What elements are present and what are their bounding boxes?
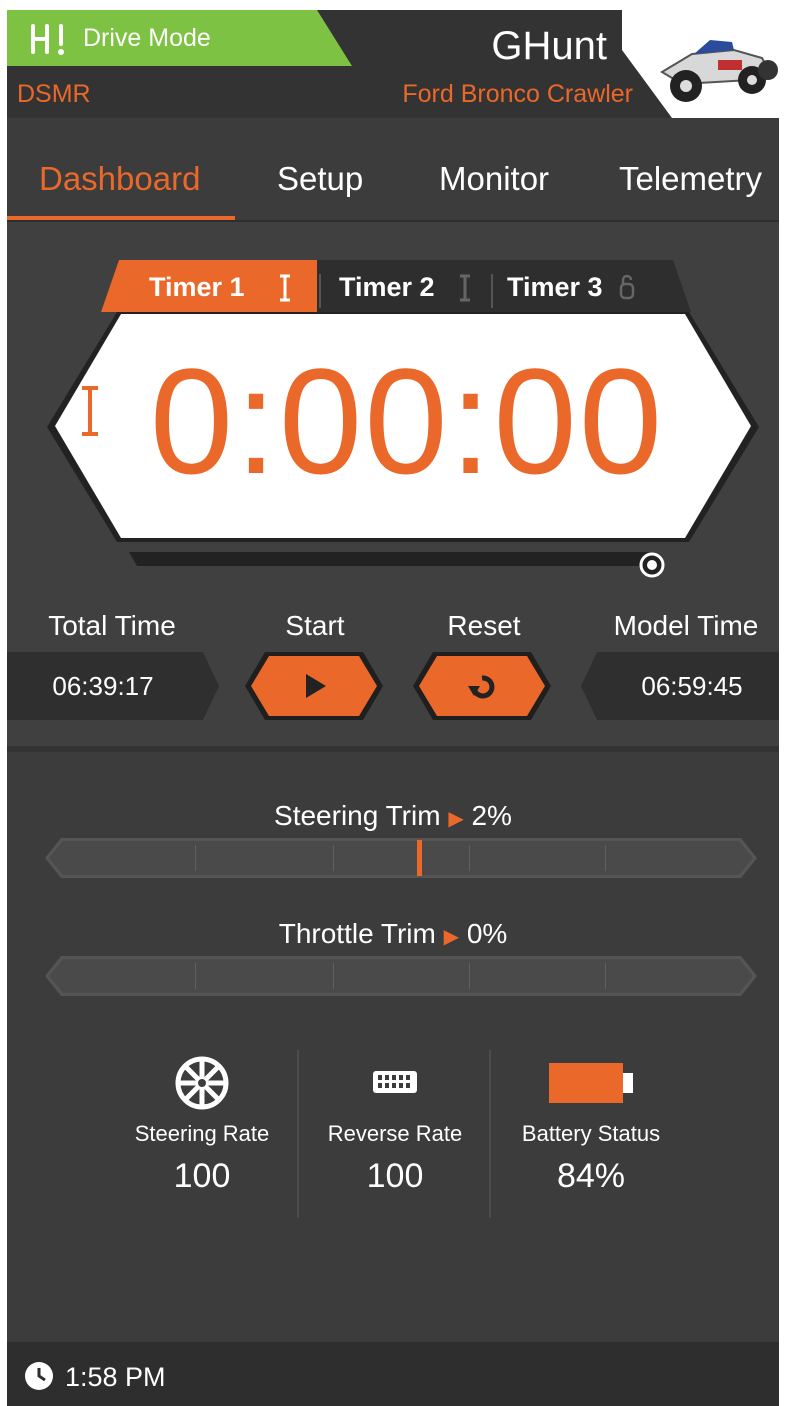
trim-tick (605, 963, 606, 989)
battery-label: Battery Status (521, 1121, 661, 1146)
drive-mode-label: Drive Mode (83, 24, 211, 52)
app-screen: Drive Mode DSMR GHunt Ford Bronco Crawle… (7, 10, 779, 1406)
reset-label: Reset (447, 610, 521, 641)
gear-shift-icon (31, 24, 64, 55)
status-time: 1:58 PM (65, 1362, 166, 1392)
reset-button[interactable] (413, 652, 551, 720)
play-icon (306, 674, 326, 698)
steering-rate-value: 100 (173, 1157, 231, 1195)
steering-trim-label: Steering Trim ▶ 2% (7, 800, 779, 832)
timer-readout: 0:00:00 (149, 337, 665, 505)
arrow-right-icon: ▶ (448, 808, 464, 830)
trim-tick (605, 845, 606, 871)
tab-setup[interactable]: Setup (277, 160, 363, 198)
stopwatch-icon (82, 386, 98, 436)
trim-tick (195, 845, 196, 871)
throttle-trim-track (49, 959, 753, 993)
steering-trim-track (49, 841, 753, 875)
trim-tick (333, 963, 334, 989)
reverse-rate-stat[interactable]: Reverse Rate 100 (309, 1055, 481, 1196)
model-time-value: 06:59:45 (581, 652, 779, 720)
model-time-label: Model Time (613, 610, 759, 641)
steering-trim-value: 2% (471, 800, 512, 831)
timer-tab-separator (319, 274, 321, 308)
clock-icon (25, 1362, 53, 1390)
steering-trim-title: Steering Trim (274, 800, 441, 831)
throttle-trim-title: Throttle Trim (278, 918, 436, 949)
reverse-rate-value: 100 (366, 1157, 424, 1195)
trim-tick (469, 845, 470, 871)
model-subtitle: Ford Bronco Crawler (402, 80, 633, 108)
throttle-trim-value: 0% (466, 918, 508, 949)
section-divider (7, 746, 779, 752)
stopwatch-icon (460, 274, 470, 302)
trim-tick (195, 963, 196, 989)
header: Drive Mode DSMR GHunt Ford Bronco Crawle… (7, 10, 779, 118)
tab-dashboard[interactable]: Dashboard (39, 160, 200, 198)
total-time-label: Total Time (48, 610, 176, 641)
tab-bar: Dashboard Setup Monitor Telemetry (7, 150, 779, 222)
reset-icon (468, 675, 495, 699)
tab-telemetry[interactable]: Telemetry (619, 160, 762, 198)
drive-mode-tab[interactable]: Drive Mode (7, 10, 352, 66)
model-image[interactable] (622, 10, 779, 118)
timer-panel: Timer 1 Timer 2 Timer 3 0:00:00 Total Ti… (7, 222, 779, 746)
throttle-trim-bar[interactable] (45, 956, 757, 996)
steering-rate-label: Steering Rate (134, 1121, 270, 1146)
timer-tab-3[interactable]: Timer 3 (507, 272, 603, 303)
lock-icon (619, 274, 635, 300)
arrow-right-icon: ▶ (443, 926, 460, 948)
total-time-value: 06:39:17 (7, 652, 219, 720)
stopwatch-icon (280, 274, 290, 302)
start-button[interactable] (245, 652, 383, 720)
start-button-face (251, 656, 377, 716)
car-icon (660, 40, 778, 102)
trim-tick (333, 845, 334, 871)
protocol-label: DSMR (17, 80, 91, 108)
battery-icon (549, 1063, 633, 1103)
tab-monitor[interactable]: Monitor (439, 160, 549, 198)
reverse-rate-label: Reverse Rate (327, 1121, 463, 1146)
stat-separator (489, 1050, 491, 1218)
timer-tab-1[interactable]: Timer 1 (149, 272, 245, 303)
timer-progress-track (129, 552, 649, 566)
stat-separator (297, 1050, 299, 1218)
trim-tick (469, 963, 470, 989)
battery-value: 84% (556, 1157, 626, 1195)
throttle-trim-label: Throttle Trim ▶ 0% (7, 918, 779, 950)
timer-tab-separator (491, 274, 493, 308)
start-label: Start (285, 610, 345, 641)
battery-stat[interactable]: Battery Status 84% (501, 1055, 681, 1196)
timer-tab-2[interactable]: Timer 2 (339, 272, 435, 303)
steering-trim-marker[interactable] (416, 840, 422, 876)
target-icon[interactable] (637, 550, 667, 580)
steering-rate-stat[interactable]: Steering Rate 100 (117, 1055, 287, 1196)
status-bar: 1:58 PM (7, 1342, 779, 1406)
reset-button-face (419, 656, 545, 716)
steering-wheel-icon (175, 1056, 229, 1110)
model-name: GHunt (491, 24, 607, 68)
grille-icon (373, 1071, 417, 1093)
active-tab-indicator (7, 216, 235, 220)
steering-trim-bar[interactable] (45, 838, 757, 878)
